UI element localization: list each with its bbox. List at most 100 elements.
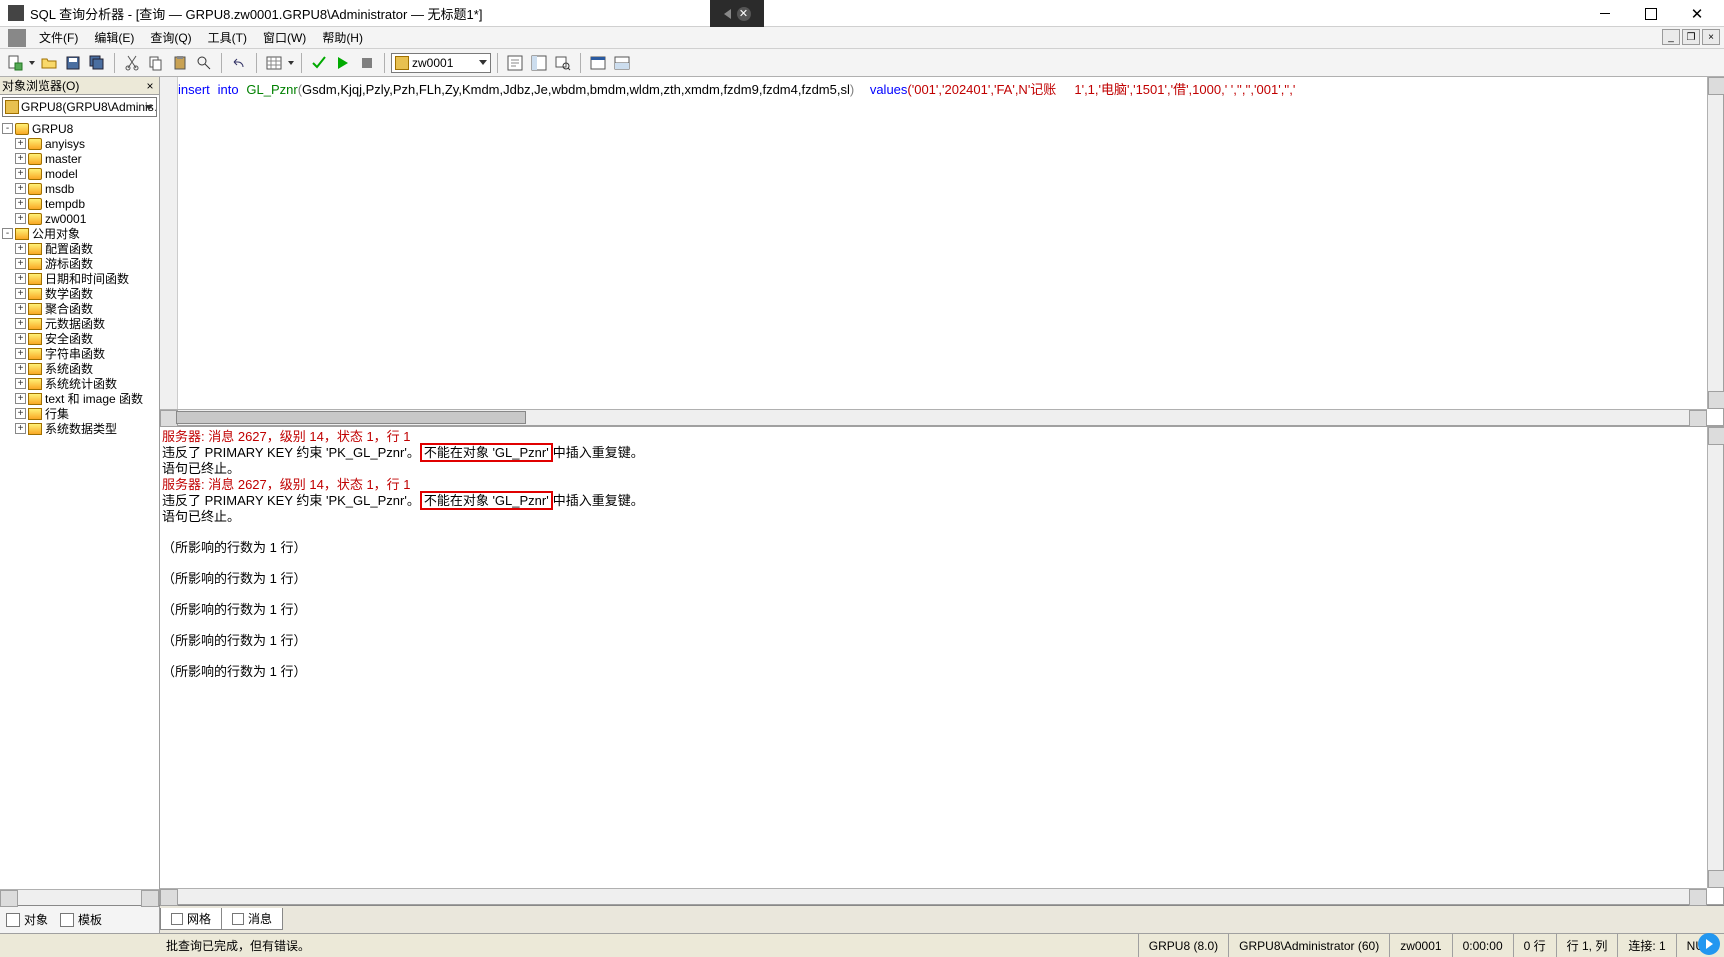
status-time: 0:00:00 xyxy=(1452,934,1513,957)
tree-expander[interactable]: + xyxy=(15,393,26,404)
tree-expander[interactable]: + xyxy=(15,258,26,269)
copy-button[interactable] xyxy=(145,52,167,74)
ob-tab-objects[interactable]: 对象 xyxy=(6,911,48,928)
tree-expander[interactable]: + xyxy=(15,318,26,329)
minimize-button[interactable] xyxy=(1582,0,1628,27)
close-button[interactable]: ✕ xyxy=(1674,0,1720,27)
editor-vscrollbar[interactable] xyxy=(1707,77,1723,409)
tree-node[interactable]: +anyisys xyxy=(0,136,159,151)
tree-node[interactable]: + model xyxy=(0,166,159,181)
menu-tools[interactable]: 工具(T) xyxy=(200,29,255,46)
menu-window[interactable]: 窗口(W) xyxy=(255,29,314,46)
tree-expander[interactable]: - xyxy=(2,123,13,134)
object-browser-hscrollbar[interactable] xyxy=(0,889,159,905)
menu-file[interactable]: 文件(F) xyxy=(31,29,86,46)
object-browser-title: 对象浏览器(O) xyxy=(2,77,79,94)
editor-code[interactable]: insert into GL_Pznr(Gsdm,Kjqj,Pzly,Pzh,F… xyxy=(178,79,1707,98)
tree-node[interactable]: +text 和 image 函数 xyxy=(0,391,159,406)
object-search-button[interactable] xyxy=(552,52,574,74)
tab-grid[interactable]: 网格 xyxy=(160,908,222,930)
show-results-pane-button[interactable] xyxy=(611,52,633,74)
results-mode-dropdown[interactable] xyxy=(287,61,295,65)
tree-node[interactable]: +数学函数 xyxy=(0,286,159,301)
database-icon xyxy=(28,183,42,195)
tree-node[interactable]: +tempdb xyxy=(0,196,159,211)
estimated-plan-button[interactable] xyxy=(504,52,526,74)
ob-tab-templates[interactable]: 模板 xyxy=(60,911,102,928)
tree-node[interactable]: +master xyxy=(0,151,159,166)
tree-expander[interactable]: + xyxy=(15,168,26,179)
cut-button[interactable] xyxy=(121,52,143,74)
tree-node[interactable]: +zw0001 xyxy=(0,211,159,226)
undo-button[interactable] xyxy=(228,52,250,74)
tree-expander[interactable]: + xyxy=(15,183,26,194)
tree-node[interactable]: -GRPU8 xyxy=(0,121,159,136)
tree-expander[interactable]: + xyxy=(15,378,26,389)
tree-expander[interactable]: + xyxy=(15,348,26,359)
current-window-button[interactable] xyxy=(587,52,609,74)
tree-node[interactable]: +字符串函数 xyxy=(0,346,159,361)
maximize-button[interactable] xyxy=(1628,0,1674,27)
menu-edit[interactable]: 编辑(E) xyxy=(86,29,142,46)
tree-node[interactable]: -公用对象 xyxy=(0,226,159,241)
tree-node[interactable]: +系统统计函数 xyxy=(0,376,159,391)
parse-button[interactable] xyxy=(308,52,330,74)
editor-hscrollbar[interactable] xyxy=(160,409,1707,425)
tab-messages[interactable]: 消息 xyxy=(221,908,283,930)
save-all-button[interactable] xyxy=(86,52,108,74)
tree-expander[interactable]: + xyxy=(15,408,26,419)
tree-expander[interactable]: + xyxy=(15,198,26,209)
tree-expander[interactable]: + xyxy=(15,303,26,314)
tree-expander[interactable]: + xyxy=(15,153,26,164)
mdi-minimize-button[interactable]: _ xyxy=(1662,29,1680,45)
menu-help[interactable]: 帮助(H) xyxy=(314,29,371,46)
messages-hscrollbar[interactable] xyxy=(160,888,1707,904)
open-button[interactable] xyxy=(38,52,60,74)
tree-node[interactable]: +msdb xyxy=(0,181,159,196)
paste-button[interactable] xyxy=(169,52,191,74)
save-button[interactable] xyxy=(62,52,84,74)
tree-expander[interactable]: + xyxy=(15,423,26,434)
tree-node[interactable]: +安全函数 xyxy=(0,331,159,346)
tree-expander[interactable]: + xyxy=(15,333,26,344)
mdi-close-button[interactable]: × xyxy=(1702,29,1720,45)
tree-node[interactable]: +系统函数 xyxy=(0,361,159,376)
tree-node[interactable]: +配置函数 xyxy=(0,241,159,256)
messages-vscrollbar[interactable] xyxy=(1707,427,1723,888)
tree-node-label: model xyxy=(45,167,78,181)
play-back-icon xyxy=(724,9,731,19)
tree-node[interactable]: +日期和时间函数 xyxy=(0,271,159,286)
mdi-restore-button[interactable]: ❐ xyxy=(1682,29,1700,45)
tree-node[interactable]: +元数据函数 xyxy=(0,316,159,331)
tree-node[interactable]: +游标函数 xyxy=(0,256,159,271)
messages-pane[interactable]: 服务器: 消息 2627，级别 14，状态 1，行 1 违反了 PRIMARY … xyxy=(160,427,1723,905)
new-query-dropdown[interactable] xyxy=(28,61,36,65)
tree-expander[interactable]: + xyxy=(15,363,26,374)
tree-expander[interactable]: + xyxy=(15,273,26,284)
sql-editor[interactable]: insert into GL_Pznr(Gsdm,Kjqj,Pzly,Pzh,F… xyxy=(160,77,1723,427)
titlebar-widget[interactable]: ✕ xyxy=(710,0,764,27)
tree-expander[interactable]: + xyxy=(15,138,26,149)
tree-node[interactable]: +行集 xyxy=(0,406,159,421)
object-browser-toggle-button[interactable] xyxy=(528,52,550,74)
tree-node[interactable]: +聚合函数 xyxy=(0,301,159,316)
tree-expander[interactable]: - xyxy=(2,228,13,239)
execute-button[interactable] xyxy=(332,52,354,74)
play-widget-button[interactable] xyxy=(1698,933,1720,955)
results-mode-button[interactable] xyxy=(263,52,285,74)
object-browser-tree[interactable]: -GRPU8+anyisys+master+model+msdb+tempdb+… xyxy=(0,119,159,889)
object-browser-close-button[interactable]: × xyxy=(143,79,157,93)
new-query-button[interactable] xyxy=(4,52,26,74)
tree-node[interactable]: +系统数据类型 xyxy=(0,421,159,436)
cancel-execute-button[interactable] xyxy=(356,52,378,74)
widget-close-icon[interactable]: ✕ xyxy=(737,7,751,21)
tree-expander[interactable]: + xyxy=(15,243,26,254)
object-browser-server-combo[interactable]: GRPU8(GRPU8\Adminis… xyxy=(2,97,157,117)
database-selector[interactable]: zw0001 xyxy=(391,53,491,73)
tree-expander[interactable]: + xyxy=(15,288,26,299)
editor-hscroll-thumb[interactable] xyxy=(176,411,526,424)
folder-icon xyxy=(28,288,42,300)
tree-expander[interactable]: + xyxy=(15,213,26,224)
menu-query[interactable]: 查询(Q) xyxy=(142,29,199,46)
find-button[interactable] xyxy=(193,52,215,74)
